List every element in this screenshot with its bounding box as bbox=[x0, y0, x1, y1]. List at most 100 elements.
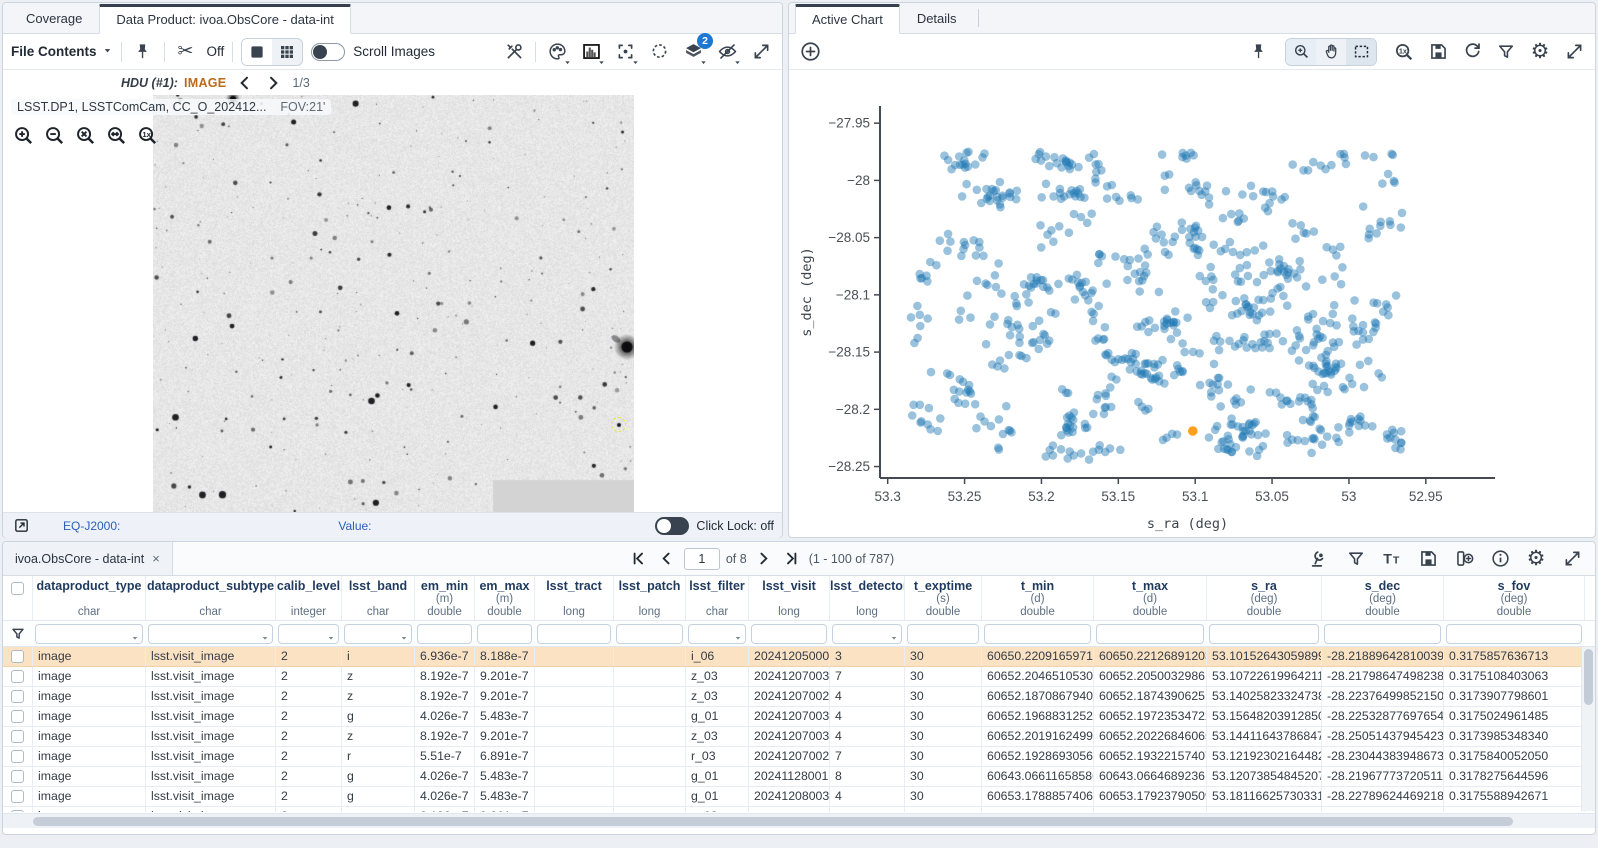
zoom-fill-icon[interactable] bbox=[104, 123, 128, 147]
filter-input-lsst_patch[interactable] bbox=[616, 624, 683, 644]
chevron-down-icon[interactable] bbox=[261, 631, 269, 645]
pin-chart-button[interactable] bbox=[1245, 39, 1271, 65]
table-row[interactable]: imagelsst.visit_image2z8.192e-79.201e-7z… bbox=[3, 727, 1595, 747]
table-row[interactable]: imagelsst.visit_image2z8.192e-79.201e-7z… bbox=[3, 807, 1595, 812]
column-header-lsst_filter[interactable]: lsst_filter char bbox=[686, 576, 749, 620]
row-checkbox[interactable] bbox=[3, 707, 33, 726]
table-expand-icon[interactable] bbox=[1559, 546, 1585, 572]
filter-input-s_dec[interactable] bbox=[1324, 624, 1441, 644]
column-header-calib_level[interactable]: calib_level integer bbox=[276, 576, 342, 620]
filter-input-dataproduct_type[interactable] bbox=[35, 624, 143, 644]
lasso-select-icon[interactable] bbox=[646, 39, 672, 65]
table-row[interactable]: imagelsst.visit_image2g4.026e-75.483e-7g… bbox=[3, 767, 1595, 787]
chart-zoom-icon[interactable] bbox=[1286, 39, 1316, 65]
tab-coverage[interactable]: Coverage bbox=[9, 3, 99, 33]
pin-image-button[interactable] bbox=[130, 39, 156, 65]
chevron-down-icon[interactable] bbox=[734, 631, 742, 645]
row-checkbox[interactable] bbox=[3, 807, 33, 812]
fits-image-viewer[interactable]: LSST.DP1, LSSTComCam, CC_O_202412... FOV… bbox=[3, 95, 782, 512]
recenter-icon[interactable] bbox=[612, 39, 638, 65]
select-all-checkbox[interactable] bbox=[3, 576, 33, 620]
chevron-down-icon[interactable] bbox=[327, 631, 335, 645]
filter-input-em_max[interactable] bbox=[477, 624, 532, 644]
row-checkbox[interactable] bbox=[3, 767, 33, 786]
chart-expand-icon[interactable] bbox=[1561, 39, 1587, 65]
column-header-t_min[interactable]: t_min(d)double bbox=[982, 576, 1094, 620]
prev-page-button[interactable] bbox=[656, 548, 678, 570]
hdu-next-button[interactable] bbox=[260, 70, 286, 96]
column-header-lsst_band[interactable]: lsst_band char bbox=[342, 576, 415, 620]
column-header-lsst_detector[interactable]: lsst_detector long bbox=[830, 576, 905, 620]
chart-zoom-original-icon[interactable]: 1x bbox=[1391, 39, 1417, 65]
filter-input-s_fov[interactable] bbox=[1446, 624, 1582, 644]
table-horizontal-scrollbar[interactable] bbox=[3, 813, 1595, 828]
zoom-in-icon[interactable] bbox=[11, 123, 35, 147]
zoom-fit-icon[interactable] bbox=[73, 123, 97, 147]
chevron-down-icon[interactable] bbox=[890, 631, 898, 645]
column-header-s_ra[interactable]: s_ra(deg)double bbox=[1207, 576, 1322, 620]
column-header-lsst_tract[interactable]: lsst_tract long bbox=[535, 576, 614, 620]
row-checkbox[interactable] bbox=[3, 647, 33, 666]
filter-input-em_min[interactable] bbox=[417, 624, 472, 644]
scatter-chart[interactable]: 53.353.2553.253.1553.153.055352.95−27.95… bbox=[789, 70, 1595, 536]
table-row[interactable]: imagelsst.visit_image2r5.51e-76.891e-7r_… bbox=[3, 747, 1595, 767]
chart-save-icon[interactable] bbox=[1425, 39, 1451, 65]
layers-icon[interactable]: 2 bbox=[680, 39, 706, 65]
chart-settings-icon[interactable]: ⚙ bbox=[1527, 39, 1553, 65]
column-header-s_dec[interactable]: s_dec(deg)double bbox=[1322, 576, 1444, 620]
expand-panel-icon[interactable] bbox=[748, 39, 774, 65]
click-lock-toggle[interactable] bbox=[655, 517, 689, 535]
next-page-button[interactable] bbox=[753, 548, 775, 570]
table-vertical-scrollbar[interactable] bbox=[1581, 647, 1595, 811]
zoom-out-icon[interactable] bbox=[42, 123, 66, 147]
info-icon[interactable] bbox=[1487, 546, 1513, 572]
text-view-icon[interactable]: TT bbox=[1379, 546, 1405, 572]
chevron-down-icon[interactable] bbox=[131, 631, 139, 645]
file-contents-dropdown[interactable]: File Contents bbox=[11, 44, 113, 59]
tab-active-chart[interactable]: Active Chart bbox=[795, 4, 900, 34]
filter-input-t_min[interactable] bbox=[984, 624, 1091, 644]
tab-data-product[interactable]: Data Product: ivoa.ObsCore - data-int bbox=[99, 4, 351, 34]
filter-funnel-icon[interactable] bbox=[3, 621, 33, 647]
inspect-icon[interactable] bbox=[1307, 546, 1333, 572]
close-table-icon[interactable]: × bbox=[152, 551, 160, 566]
zoom-1x-icon[interactable]: 1x bbox=[135, 123, 159, 147]
column-header-s_fov[interactable]: s_fov(deg)double bbox=[1444, 576, 1585, 620]
chart-select-icon[interactable] bbox=[1346, 39, 1376, 65]
table-row[interactable]: imagelsst.visit_image2z8.192e-79.201e-7z… bbox=[3, 687, 1595, 707]
table-settings-icon[interactable]: ⚙ bbox=[1523, 546, 1549, 572]
scroll-images-toggle[interactable] bbox=[311, 43, 345, 61]
chart-filter-icon[interactable] bbox=[1493, 39, 1519, 65]
column-header-em_min[interactable]: em_min(m)double bbox=[415, 576, 475, 620]
table-save-icon[interactable] bbox=[1415, 546, 1441, 572]
column-header-dataproduct_type[interactable]: dataproduct_type char bbox=[33, 576, 146, 620]
column-header-lsst_visit[interactable]: lsst_visit long bbox=[749, 576, 830, 620]
table-row[interactable]: imagelsst.visit_image2g4.026e-75.483e-7g… bbox=[3, 707, 1595, 727]
add-column-icon[interactable] bbox=[1451, 546, 1477, 572]
column-header-t_max[interactable]: t_max(d)double bbox=[1094, 576, 1207, 620]
column-header-em_max[interactable]: em_max(m)double bbox=[475, 576, 535, 620]
hdu-prev-button[interactable] bbox=[232, 70, 258, 96]
chart-pan-icon[interactable] bbox=[1316, 39, 1346, 65]
tab-details[interactable]: Details bbox=[900, 3, 974, 33]
single-view-button[interactable] bbox=[242, 39, 272, 65]
last-page-button[interactable] bbox=[781, 548, 803, 570]
row-checkbox[interactable] bbox=[3, 787, 33, 806]
filter-input-s_ra[interactable] bbox=[1209, 624, 1319, 644]
cutout-scissors-icon[interactable]: ✂ bbox=[173, 39, 199, 65]
column-header-t_exptime[interactable]: t_exptime(s)double bbox=[905, 576, 982, 620]
tools-icon[interactable] bbox=[501, 39, 527, 65]
histogram-stretch-icon[interactable] bbox=[578, 39, 604, 65]
row-checkbox[interactable] bbox=[3, 747, 33, 766]
fits-image[interactable] bbox=[153, 95, 634, 512]
table-row[interactable]: imagelsst.visit_image2g4.026e-75.483e-7g… bbox=[3, 787, 1595, 807]
popout-icon[interactable] bbox=[11, 516, 31, 536]
filter-input-lsst_tract[interactable] bbox=[537, 624, 611, 644]
first-page-button[interactable] bbox=[628, 548, 650, 570]
page-number-input[interactable] bbox=[684, 548, 720, 570]
filter-input-t_exptime[interactable] bbox=[907, 624, 979, 644]
chevron-down-icon[interactable] bbox=[400, 631, 408, 645]
filter-input-lsst_visit[interactable] bbox=[751, 624, 827, 644]
row-checkbox[interactable] bbox=[3, 667, 33, 686]
filter-input-dataproduct_subtype[interactable] bbox=[148, 624, 273, 644]
